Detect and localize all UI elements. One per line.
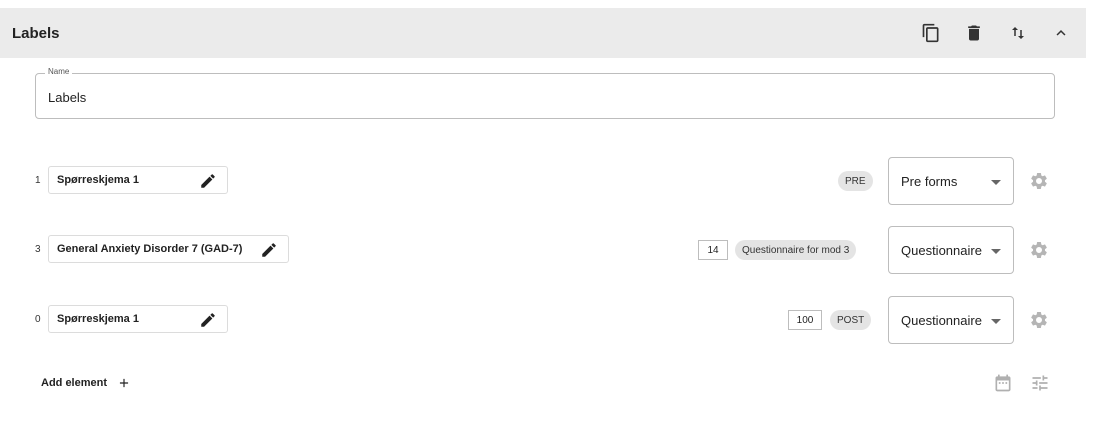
- row-index: 3: [35, 244, 41, 255]
- dropdown-arrow-icon: [991, 180, 1001, 185]
- element-title-text: Spørreskjema 1: [57, 313, 139, 325]
- timing-chip: PRE: [838, 171, 873, 191]
- module-chip: Questionnaire for mod 3: [735, 240, 857, 260]
- form-type-select[interactable]: Questionnaire: [888, 226, 1014, 274]
- settings-gear-icon[interactable]: [1029, 240, 1049, 260]
- form-type-select-value: Questionnaire: [901, 313, 982, 328]
- settings-gear-icon[interactable]: [1029, 310, 1049, 330]
- element-title: Spørreskjema 1: [48, 305, 228, 333]
- dropdown-arrow-icon: [991, 249, 1001, 254]
- edit-icon[interactable]: [260, 241, 278, 259]
- copy-icon[interactable]: [919, 21, 943, 45]
- delete-icon[interactable]: [962, 21, 986, 45]
- add-element-label: Add element: [41, 377, 108, 389]
- name-field-value[interactable]: Labels: [48, 90, 86, 105]
- number-field[interactable]: 14: [698, 240, 728, 260]
- collapse-icon[interactable]: [1049, 21, 1073, 45]
- form-type-select[interactable]: Questionnaire: [888, 296, 1014, 344]
- element-title: General Anxiety Disorder 7 (GAD-7): [48, 235, 289, 263]
- timing-chip: POST: [830, 310, 872, 330]
- element-title-text: General Anxiety Disorder 7 (GAD-7): [57, 243, 243, 255]
- form-type-select-value: Pre forms: [901, 174, 958, 189]
- sort-icon[interactable]: [1006, 21, 1030, 45]
- row-index: 1: [35, 175, 41, 186]
- add-element-button[interactable]: Add element: [41, 374, 131, 392]
- element-title-text: Spørreskjema 1: [57, 174, 139, 186]
- edit-icon[interactable]: [199, 172, 217, 190]
- calendar-icon[interactable]: [993, 373, 1013, 393]
- form-type-select-value: Questionnaire: [901, 243, 982, 258]
- name-field[interactable]: Name Labels: [35, 67, 1055, 119]
- section-header: Labels: [0, 8, 1086, 58]
- element-title: Spørreskjema 1: [48, 166, 228, 194]
- form-type-select[interactable]: Pre forms: [888, 157, 1014, 205]
- number-field[interactable]: 100: [788, 310, 822, 330]
- settings-gear-icon[interactable]: [1029, 171, 1049, 191]
- row-index: 0: [35, 314, 41, 325]
- tune-icon[interactable]: [1030, 373, 1050, 393]
- edit-icon[interactable]: [199, 311, 217, 329]
- plus-icon: [119, 378, 129, 388]
- section-title: Labels: [12, 24, 60, 42]
- dropdown-arrow-icon: [991, 319, 1001, 324]
- name-field-label: Name: [45, 67, 73, 76]
